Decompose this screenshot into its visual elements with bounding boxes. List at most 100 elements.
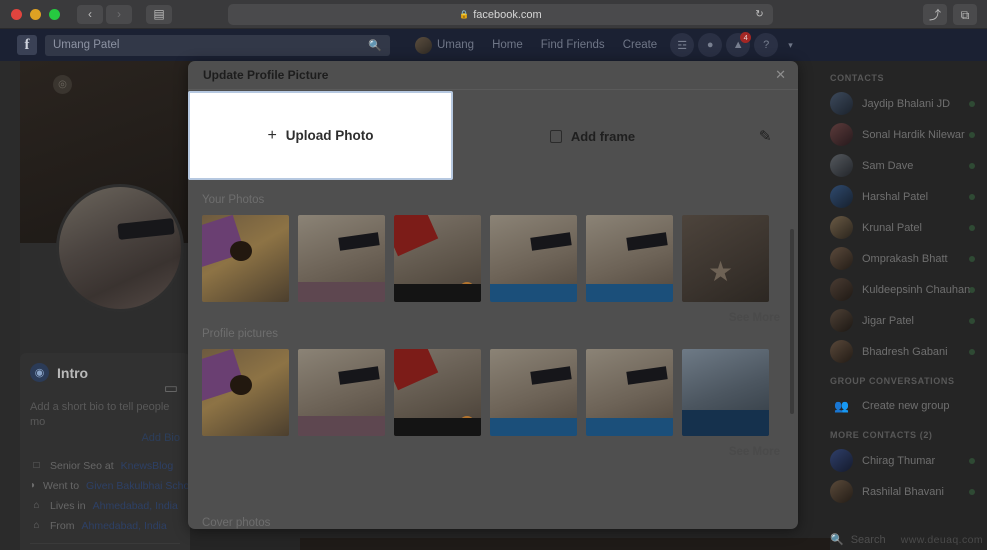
nav-item-create[interactable]: Create <box>614 29 667 61</box>
browser-nav-buttons: ‹ › <box>77 4 132 24</box>
thumbnail-grid: I♡MOM PLAYBOLD INDIA INDIA <box>202 349 784 436</box>
intro-bio-placeholder: Add a short bio to tell people mo <box>30 401 170 428</box>
site-watermark: www.deuaq.com <box>900 534 983 546</box>
contacts-heading: CONTACTS <box>830 73 885 83</box>
section-profile-pictures: Profile pictures I♡MOM PLAYBOLD INDIA IN… <box>202 328 784 458</box>
avatar <box>415 36 432 54</box>
intro-title: Intro <box>57 364 89 381</box>
photo-thumbnail[interactable]: INDIA <box>490 349 577 436</box>
profile-avatar[interactable] <box>56 184 184 312</box>
reload-button[interactable]: ↻ <box>753 8 766 21</box>
contacts-rail: CONTACTS Jaydip Bhalani JD Sonal Hardik … <box>820 61 987 550</box>
contact-row[interactable]: Harshal Patel <box>830 181 977 212</box>
roundel-icon <box>604 418 620 434</box>
photo-thumbnail[interactable]: I♡MOM <box>298 215 385 302</box>
pencil-icon: ✎ <box>758 127 772 146</box>
photo-thumbnail[interactable] <box>202 349 289 436</box>
add-bio-button[interactable]: Add Bio <box>30 432 180 444</box>
roundel-icon <box>508 418 524 434</box>
thumbnail-caption: PLAYBOLD <box>398 290 448 300</box>
contact-row[interactable]: Jaydip Bhalani JD <box>830 88 977 119</box>
address-bar[interactable]: 🔒 facebook.com ↻ <box>228 4 773 25</box>
facebook-nav: Umang Home Find Friends Create ☲ ● ▲ 4 ?… <box>406 29 793 61</box>
avatar <box>830 247 853 270</box>
avatar <box>830 216 853 239</box>
back-button[interactable]: ‹ <box>77 4 103 24</box>
add-frame-button[interactable]: Add frame <box>453 90 732 182</box>
see-more-link[interactable]: See More <box>202 436 784 458</box>
upload-photo-label: Upload Photo <box>285 128 374 143</box>
contact-row[interactable]: Sam Dave <box>830 150 977 181</box>
contact-row[interactable]: Chirag Thumar <box>830 445 977 476</box>
nav-item-home[interactable]: Home <box>483 29 532 61</box>
friend-requests-icon[interactable]: ☲ <box>670 33 695 57</box>
show-sidebar-button[interactable]: ▤ <box>146 4 172 24</box>
photo-thumbnail[interactable]: PLAYBOLD <box>394 215 481 302</box>
intro-from-link[interactable]: Ahmedabad, India <box>82 520 167 532</box>
maximize-window-button[interactable] <box>49 8 60 20</box>
edit-picture-button[interactable]: ✎ <box>732 90 798 182</box>
create-new-group-button[interactable]: 👥 Create new group <box>830 391 977 421</box>
avatar <box>830 449 853 472</box>
edit-details-button[interactable]: Edit Details <box>30 544 180 550</box>
nav-item-profile[interactable]: Umang <box>406 29 483 61</box>
contact-row[interactable]: Sonal Hardik Nilewar <box>830 119 977 150</box>
search-icon: 🔍 <box>830 534 844 546</box>
close-icon[interactable]: ✕ <box>775 68 786 81</box>
contact-name: Sonal Hardik Nilewar <box>862 128 965 141</box>
chevron-down-icon[interactable]: ▾ <box>788 40 793 51</box>
left-gutter <box>0 61 20 550</box>
share-button[interactable]: ⤴ <box>923 4 947 25</box>
logo-ring-icon <box>459 282 475 298</box>
screen: ‹ › ▤ ◉ 🔒 facebook.com ↻ ⤴ ⧉ f Umang Pat… <box>0 0 987 550</box>
search-icon[interactable]: 🔍 <box>368 39 382 52</box>
search-input[interactable]: Umang Patel 🔍 <box>45 34 390 56</box>
minimize-window-button[interactable] <box>30 8 41 20</box>
forward-button[interactable]: › <box>106 4 132 24</box>
photo-thumbnail[interactable]: PLAYBOLD <box>394 349 481 436</box>
contact-row[interactable]: Krunal Patel <box>830 212 977 243</box>
avatar <box>830 123 853 146</box>
photo-thumbnail[interactable]: I♡MOM <box>298 349 385 436</box>
account-menu-icon[interactable]: ? <box>754 33 779 57</box>
intro-education-link[interactable]: Given Bakulbhai Schol <box>86 480 192 492</box>
facebook-logo-icon[interactable]: f <box>17 35 37 55</box>
messenger-glyph: ● <box>706 39 714 51</box>
group-conversations-heading: GROUP CONVERSATIONS <box>830 376 955 386</box>
lock-icon: 🔒 <box>459 10 470 19</box>
location-icon: ⌂ <box>33 520 40 532</box>
photo-thumbnail[interactable] <box>202 215 289 302</box>
thumbnail-caption: PLAYBOLD <box>398 424 448 434</box>
photo-thumbnail[interactable]: INDIA <box>586 215 673 302</box>
contacts-search[interactable]: 🔍 Search <box>830 533 886 547</box>
online-status-dot <box>969 317 975 324</box>
online-status-dot <box>969 348 975 355</box>
intro-work-link[interactable]: KnewsBlog <box>121 460 174 472</box>
see-more-link[interactable]: See More <box>202 302 784 324</box>
messenger-icon[interactable]: ● <box>698 33 723 57</box>
close-window-button[interactable] <box>11 8 22 20</box>
camera-icon[interactable]: ◎ <box>53 75 72 94</box>
notifications-icon[interactable]: ▲ 4 <box>726 32 752 57</box>
online-status-dot <box>969 100 975 107</box>
update-profile-picture-dialog: Update Profile Picture ✕ + Upload Photo … <box>188 61 798 529</box>
contact-row[interactable]: Jigar Patel <box>830 305 977 336</box>
photo-thumbnail[interactable]: INDIA <box>586 349 673 436</box>
contact-row[interactable]: Kuldeepsinh Chauhan <box>830 274 977 305</box>
contact-row[interactable]: Omprakash Bhatt <box>830 243 977 274</box>
photo-thumbnail[interactable] <box>682 349 769 436</box>
contact-row[interactable]: Bhadresh Gabani <box>830 336 977 367</box>
nav-item-find-friends[interactable]: Find Friends <box>532 29 614 61</box>
intro-lives-link[interactable]: Ahmedabad, India <box>93 500 178 512</box>
intro-row-lives-in: ⌂ Lives in Ahmedabad, India <box>30 500 180 512</box>
more-contacts-heading: MORE CONTACTS (2) <box>830 430 933 440</box>
upload-photo-button[interactable]: + Upload Photo <box>188 91 453 180</box>
dialog-scrollbar[interactable] <box>790 229 794 414</box>
show-tabs-button[interactable]: ⧉ <box>953 4 977 25</box>
contact-row[interactable]: Rashilal Bhavani <box>830 476 977 507</box>
photo-thumbnail[interactable]: INDIA <box>490 215 577 302</box>
dialog-title: Update Profile Picture <box>203 68 329 82</box>
photo-thumbnail[interactable] <box>682 215 769 302</box>
create-new-group-label: Create new group <box>862 400 950 412</box>
thumbnail-caption: I♡MOM <box>302 423 341 434</box>
